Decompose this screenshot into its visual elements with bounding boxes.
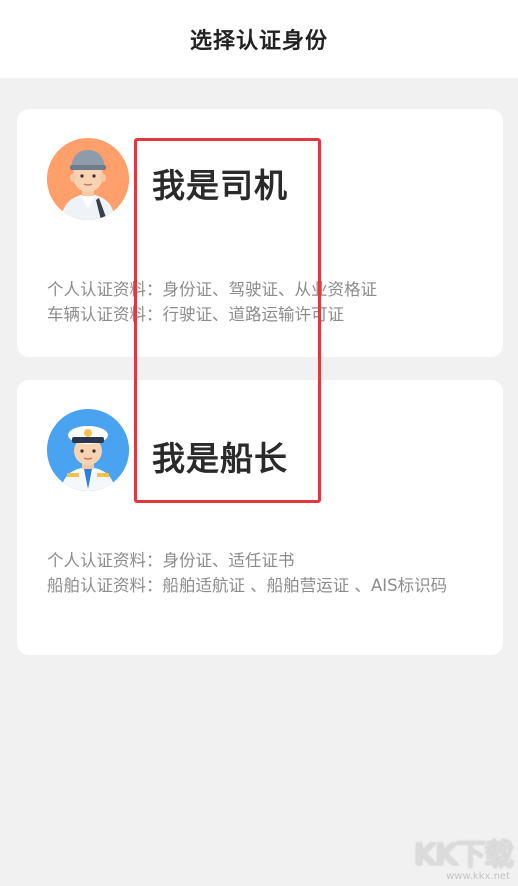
driver-role-title: 我是司机: [152, 166, 288, 205]
truck-driver-avatar-icon: [47, 138, 129, 220]
watermark-text: KK下载: [413, 838, 514, 873]
driver-personal-docs: 个人认证资料：身份证、驾驶证、从业资格证: [47, 280, 377, 299]
ship-captain-avatar-icon: [47, 409, 129, 491]
driver-vehicle-docs: 车辆认证资料：行驶证、道路运输许可证: [47, 305, 344, 324]
page-title: 选择认证身份: [189, 29, 328, 54]
top-bar: 选择认证身份: [0, 0, 518, 78]
driver-role-card[interactable]: 我是司机 个人认证资料：身份证、驾驶证、从业资格证 车辆认证资料：行驶证、道路运…: [17, 109, 503, 357]
driver-requirements: 个人认证资料：身份证、驾驶证、从业资格证 车辆认证资料：行驶证、道路运输许可证: [47, 277, 477, 327]
captain-role-card[interactable]: 我是船长 个人认证资料：身份证、适任证书 船舶认证资料：船舶适航证 、船舶营运证…: [17, 380, 503, 655]
watermark-url: www.kkx.net: [446, 871, 510, 882]
captain-requirements: 个人认证资料：身份证、适任证书 船舶认证资料：船舶适航证 、船舶营运证 、AIS…: [47, 548, 477, 598]
captain-role-title: 我是船长: [152, 439, 288, 478]
watermark: KK下载 www.kkx.net: [394, 830, 514, 882]
captain-ship-docs: 船舶认证资料：船舶适航证 、船舶营运证 、AIS标识码: [47, 576, 448, 595]
captain-personal-docs: 个人认证资料：身份证、适任证书: [47, 551, 295, 570]
